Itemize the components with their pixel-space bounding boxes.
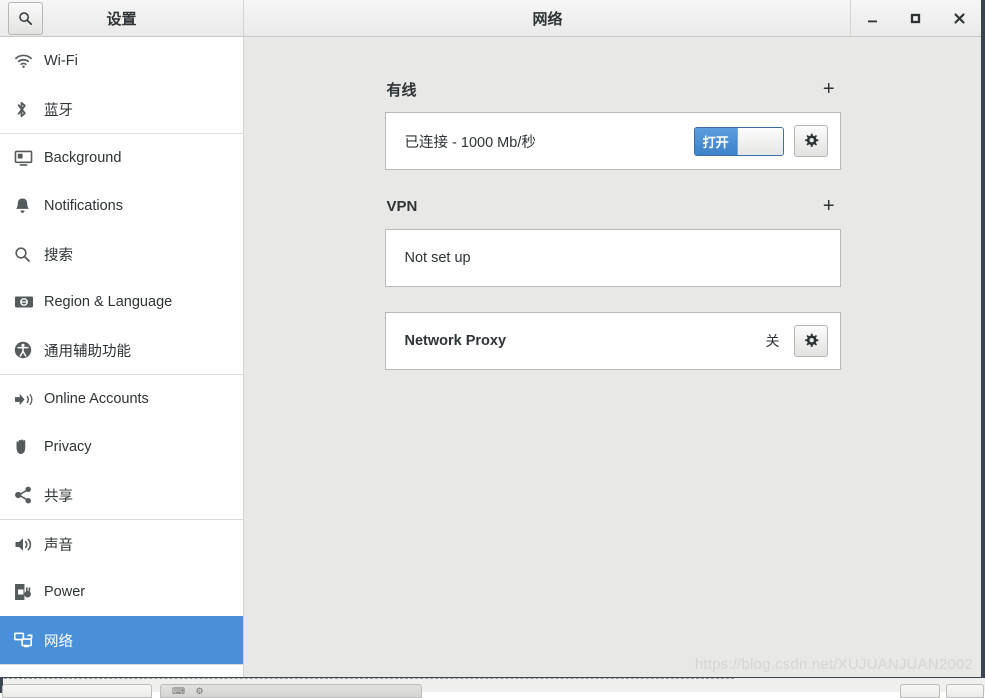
gear-icon [803,133,819,149]
network-icon [14,631,40,649]
sidebar-item-region-language[interactable]: Region & Language [0,278,243,326]
minimize-button[interactable] [856,3,890,33]
sidebar-item-sharing[interactable]: 共享 [0,471,243,519]
region-language-icon [14,294,40,310]
sidebar-item-wifi[interactable]: Wi-Fi [0,37,243,85]
window-body: Wi-Fi 蓝牙 Background Notifications 搜索 Reg… [0,37,981,677]
sidebar-item-power[interactable]: Power [0,568,243,616]
sidebar-item-label: 网络 [44,633,73,650]
vpn-row: Not set up [386,230,840,286]
wired-section-header: 有线 + [385,75,841,103]
privacy-hand-icon [14,438,40,456]
sidebar-item-label: Region & Language [44,294,173,310]
sidebar-item-label: 搜索 [44,247,73,264]
sidebar-item-notifications[interactable]: Notifications [0,182,243,230]
wired-settings-button[interactable] [793,125,828,157]
maximize-button[interactable] [899,3,933,33]
vpn-section-header: VPN + [385,192,841,220]
main-panel: 有线 + 已连接 - 1000 Mb/秒 打开 VPN + Not set up… [244,37,981,677]
wired-toggle[interactable]: 打开 [693,126,784,156]
proxy-row: Network Proxy 关 [386,313,840,369]
wired-row: 已连接 - 1000 Mb/秒 打开 [386,113,840,169]
proxy-status: 关 [765,333,780,349]
sidebar-item-sound[interactable]: 声音 [0,520,243,568]
vpn-card: Not set up [384,229,841,287]
sidebar-item-label: 声音 [44,537,73,554]
sidebar: Wi-Fi 蓝牙 Background Notifications 搜索 Reg… [0,37,244,677]
sidebar-item-label: Background [44,150,122,166]
sidebar-item-search[interactable]: 搜索 [0,230,243,278]
wired-toggle-on-label: 打开 [694,127,737,155]
sidebar-item-label: 蓝牙 [44,102,73,119]
wired-status-text: 已连接 - 1000 Mb/秒 [404,134,536,151]
sidebar-item-label: Notifications [44,198,123,214]
wired-toggle-knob [736,127,783,155]
background-icon [14,150,40,167]
wired-section-title: 有线 [386,81,417,99]
sound-icon [14,536,40,553]
vpn-status-text: Not set up [404,250,471,266]
titlebar: 设置 网络 [0,0,981,37]
accessibility-icon [14,341,40,359]
share-icon [14,486,40,504]
sidebar-item-label: Online Accounts [44,391,149,407]
sidebar-item-privacy[interactable]: Privacy [0,423,243,471]
close-button[interactable] [942,3,976,33]
sidebar-item-online-accounts[interactable]: Online Accounts [0,375,243,423]
sidebar-item-label: Wi-Fi [44,53,78,69]
proxy-settings-button[interactable] [793,325,828,357]
wifi-icon [14,53,40,69]
search-icon [14,246,40,263]
settings-window: 设置 网络 Wi-Fi 蓝牙 Background Notifications … [0,0,985,677]
focus-outline [4,678,734,682]
sidebar-divider [0,664,243,665]
sidebar-item-accessibility[interactable]: 通用辅助功能 [0,326,243,374]
sidebar-item-label: 通用辅助功能 [44,343,131,360]
taskbar-button[interactable] [946,684,984,698]
bell-icon [14,197,40,215]
sidebar-item-network[interactable]: 网络 [0,616,243,664]
taskbar-button[interactable] [900,684,940,698]
titlebar-left: 设置 [0,0,244,36]
gear-icon [803,333,819,349]
proxy-card: Network Proxy 关 [384,312,841,370]
sidebar-item-label: Privacy [44,439,92,455]
power-icon [14,583,40,601]
sidebar-item-bluetooth[interactable]: 蓝牙 [0,85,243,133]
taskbar: ⌨ ⚙ [0,677,985,698]
wired-card: 已连接 - 1000 Mb/秒 打开 [384,112,841,170]
window-controls [850,0,981,36]
network-content: 有线 + 已连接 - 1000 Mb/秒 打开 VPN + Not set up… [384,37,841,370]
bluetooth-icon [14,100,40,119]
proxy-label: Network Proxy [404,333,507,349]
online-accounts-icon [14,391,40,408]
titlebar-right: 网络 [244,0,981,36]
sidebar-item-label: 共享 [44,488,73,505]
page-title: 网络 [532,10,563,28]
vpn-section-title: VPN [386,197,418,215]
taskbar-button[interactable] [2,684,152,698]
search-icon [18,11,33,26]
add-wired-button[interactable]: + [819,79,839,99]
sidebar-item-label: Power [44,584,86,600]
sidebar-item-background[interactable]: Background [0,134,243,182]
search-button[interactable] [8,1,43,35]
watermark: https://blog.csdn.net/XUJUANJUAN2002 [694,656,973,673]
add-vpn-button[interactable]: + [819,196,839,216]
